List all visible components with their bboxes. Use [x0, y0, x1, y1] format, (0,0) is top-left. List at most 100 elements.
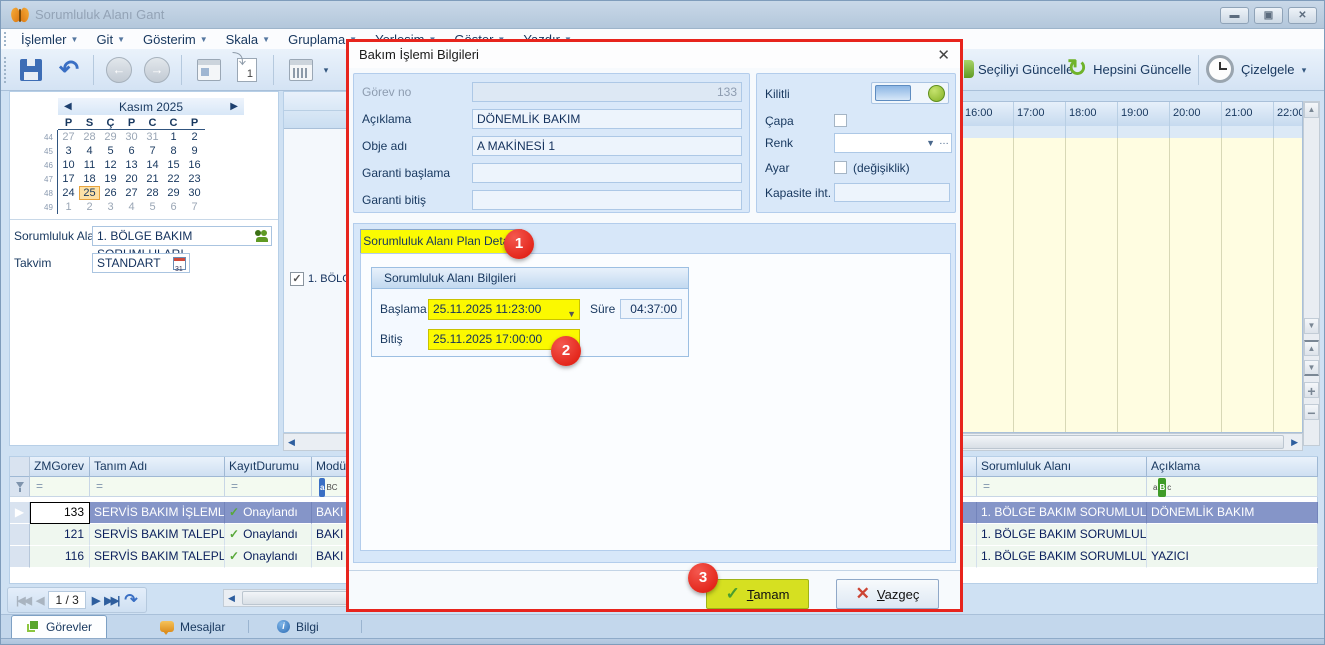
calendar-day[interactable]: 1 [58, 200, 79, 214]
tab-gorevler[interactable]: Görevler [11, 615, 107, 638]
calendar-day[interactable]: 3 [100, 200, 121, 214]
calendar-day[interactable]: 4 [121, 200, 142, 214]
menu-item-i̇şlemler[interactable]: İşlemler▼ [12, 29, 87, 49]
cell-tanim-adi[interactable]: SERVİS BAKIM TALEPLERİ [90, 524, 225, 546]
maximize-button[interactable]: ▣ [1254, 7, 1283, 24]
cell-zmgorev-no[interactable]: 116 [30, 546, 90, 568]
calendar-day[interactable]: 6 [121, 144, 142, 158]
cell-kayit-durumu[interactable]: ✓Onaylandı [225, 502, 312, 524]
calendar-day[interactable]: 30 [184, 186, 205, 200]
calendar-day[interactable]: 14 [142, 158, 163, 172]
calendar-day[interactable]: 30 [121, 130, 142, 144]
calendar-day-selected[interactable]: 25 [79, 186, 100, 200]
calendar-day[interactable]: 4 [79, 144, 100, 158]
column-header-1[interactable]: ZMGorev No [30, 457, 90, 477]
calendar-day[interactable]: 23 [184, 172, 205, 186]
calendar-day[interactable]: 3 [58, 144, 79, 158]
filter-tanim[interactable]: = [90, 477, 225, 497]
cell-zmgorev-no[interactable]: 133 [30, 502, 90, 524]
calendar-day[interactable]: 28 [142, 186, 163, 200]
ayar-checkbox[interactable] [834, 161, 847, 174]
update-selected-button[interactable]: Seçiliyi Güncelle [964, 49, 1073, 89]
garanti-bitis-field[interactable] [472, 190, 742, 210]
single-page-button[interactable] [229, 52, 265, 88]
calendar-day[interactable]: 10 [58, 158, 79, 172]
gantt-grid[interactable] [962, 138, 1303, 432]
calendar-day[interactable]: 2 [184, 130, 205, 144]
filter-aciklama[interactable]: aBc [1147, 477, 1318, 497]
menu-item-skala[interactable]: Skala▼ [217, 29, 279, 49]
schedule-button[interactable]: Çizelgele [1206, 49, 1294, 89]
garanti-baslama-field[interactable] [472, 163, 742, 183]
ellipsis-icon[interactable]: … [939, 136, 949, 147]
column-header-5[interactable]: Sorumluluk Alanı [977, 457, 1147, 477]
resource-checkbox-checked[interactable]: ✓ [290, 272, 304, 286]
prev-page-icon[interactable]: ◀ [36, 594, 42, 607]
dialog-close-icon[interactable]: ✕ [937, 46, 950, 64]
last-page-icon[interactable]: ▶▶| [104, 594, 118, 607]
calendar-day[interactable]: 31 [142, 130, 163, 144]
calendar-day[interactable]: 18 [79, 172, 100, 186]
first-page-icon[interactable]: |◀◀ [16, 594, 30, 607]
cell-sorumluluk-alani[interactable]: 1. BÖLGE BAKIM SORUMLULARI [977, 502, 1147, 524]
cell-sorumluluk-alani[interactable]: 1. BÖLGE BAKIM SORUMLULARI [977, 524, 1147, 546]
zoom-out-icon[interactable]: − [1304, 404, 1319, 420]
collapse-top-icon[interactable]: ▲ [1304, 340, 1319, 356]
multi-calendar-button[interactable] [283, 52, 319, 88]
scroll-left-icon[interactable]: ◀ [228, 591, 235, 606]
zoom-in-icon[interactable]: + [1304, 382, 1319, 398]
calendar-day[interactable]: 5 [100, 144, 121, 158]
resource-row[interactable]: ✓ 1. BÖLG [290, 272, 351, 286]
scroll-up-icon[interactable]: ▲ [1304, 102, 1319, 118]
toolbar-overflow-button[interactable]: ▾ [319, 52, 333, 88]
calendar-day[interactable]: 21 [142, 172, 163, 186]
calendar-day[interactable]: 20 [121, 172, 142, 186]
calendar-day[interactable]: 24 [58, 186, 79, 200]
calendar-view-button[interactable] [191, 52, 227, 88]
baslama-datetime-combo[interactable]: 25.11.2025 11:23:00 ▼ [428, 299, 580, 320]
calendar-day[interactable]: 27 [58, 130, 79, 144]
cell-sorumluluk-alani[interactable]: 1. BÖLGE BAKIM SORUMLULARI [977, 546, 1147, 568]
filter-kayit[interactable]: = [225, 477, 312, 497]
calendar-day[interactable]: 17 [58, 172, 79, 186]
calendar-day[interactable]: 15 [163, 158, 184, 172]
calendar-day[interactable]: 9 [184, 144, 205, 158]
next-page-icon[interactable]: ▶ [92, 594, 98, 607]
scroll-left-icon[interactable]: ◀ [288, 435, 295, 450]
calendar-day[interactable]: 8 [163, 144, 184, 158]
calendar-field[interactable]: STANDART [92, 253, 190, 273]
responsibility-area-field[interactable]: 1. BÖLGE BAKIM SORUMLULARI [92, 226, 272, 246]
cell-kayit-durumu[interactable]: ✓Onaylandı [225, 524, 312, 546]
forward-button[interactable]: → [139, 52, 175, 88]
undo-button[interactable]: ↶ [51, 52, 87, 88]
calendar-day[interactable]: 12 [100, 158, 121, 172]
vazgec-button[interactable]: ✕ Vazgeç [836, 579, 939, 609]
refresh-list-icon[interactable]: ↷ [124, 590, 137, 610]
renk-combo[interactable]: ▼ … [834, 133, 952, 153]
cell-tanim-adi[interactable]: SERVİS BAKIM İŞLEMLERİ [90, 502, 225, 524]
aciklama-field[interactable]: DÖNEMLİK BAKIM [472, 109, 742, 129]
scroll-down-icon[interactable]: ▼ [1304, 318, 1319, 334]
scroll-right-icon[interactable]: ▶ [1291, 435, 1298, 450]
tab-mesajlar[interactable]: Mesajlar [146, 615, 239, 638]
column-header-6[interactable]: Açıklama [1147, 457, 1318, 477]
filter-sorumluluk[interactable]: = [977, 477, 1147, 497]
calendar-day[interactable]: 7 [142, 144, 163, 158]
calendar-day[interactable]: 6 [163, 200, 184, 214]
minimize-button[interactable]: ▬ [1220, 7, 1249, 24]
calendar-day[interactable]: 22 [163, 172, 184, 186]
calendar-day[interactable]: 29 [163, 186, 184, 200]
prev-month-icon[interactable]: ◀ [64, 101, 72, 112]
column-header-2[interactable]: Tanım Adı [90, 457, 225, 477]
calendar-day[interactable]: 28 [79, 130, 100, 144]
cell-aciklama[interactable] [1147, 524, 1318, 546]
gantt-vertical-scrollbar[interactable]: ▲ ▼ ▲ ▼ + − [1303, 101, 1320, 446]
calendar-day[interactable]: 5 [142, 200, 163, 214]
kapasite-field[interactable] [834, 183, 950, 202]
tamam-button[interactable]: ✓ Tamam [706, 579, 809, 609]
kilitli-toggle[interactable] [871, 82, 949, 104]
calendar-day[interactable]: 19 [100, 172, 121, 186]
calendar-day[interactable]: 16 [184, 158, 205, 172]
calendar-day[interactable]: 1 [163, 130, 184, 144]
column-header-3[interactable]: KayıtDurumu [225, 457, 312, 477]
